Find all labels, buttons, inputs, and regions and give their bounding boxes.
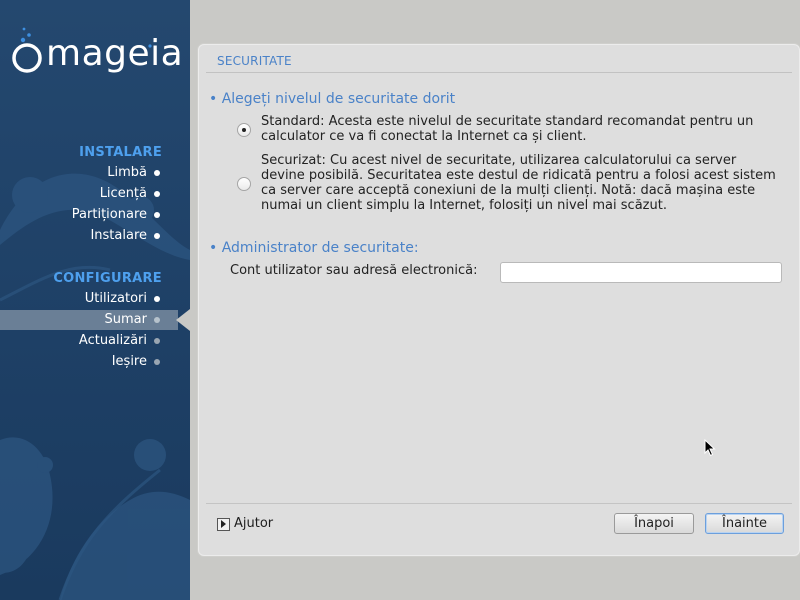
step-label: Utilizatori [84, 291, 147, 306]
security-level-heading: • Alegeți nivelul de securitate dorit [209, 91, 456, 107]
back-button[interactable]: Înapoi [614, 513, 694, 534]
step-current-dot-icon [154, 317, 160, 323]
security-admin-label: Cont utilizator sau adresă electronică: [230, 263, 478, 278]
page-title: SECURITATE [217, 54, 292, 68]
security-option-standard-text: Standard: Acesta este nivelul de securit… [261, 114, 754, 144]
step-label: Sumar [104, 312, 147, 327]
step-done-dot-icon [154, 191, 160, 197]
active-step-pointer-icon [176, 309, 190, 331]
step-label: Actualizări [78, 333, 147, 348]
header-divider [206, 72, 792, 73]
step-label: Partiționare [71, 207, 147, 222]
step-label: Licență [99, 186, 147, 201]
radio-button-secure[interactable] [237, 177, 251, 191]
step-label: Instalare [90, 228, 147, 243]
mageia-wordmark: mageia [46, 33, 184, 74]
security-option-secure-text: Securizat: Cu acest nivel de securitate,… [261, 153, 776, 213]
sidebar-step-license: Licență [0, 184, 190, 204]
security-admin-heading: • Administrator de securitate: [209, 240, 419, 256]
security-option-standard[interactable]: Standard: Acesta este nivelul de securit… [237, 114, 782, 146]
mouse-pointer-icon [704, 439, 716, 457]
security-admin-input[interactable] [500, 262, 782, 283]
security-option-secure[interactable]: Securizat: Cu acest nivel de securitate,… [237, 153, 782, 215]
next-button[interactable]: Înainte [705, 513, 784, 534]
step-done-dot-icon [154, 296, 160, 302]
radio-button-standard[interactable] [237, 123, 251, 137]
section-title-configure: CONFIGURARE [53, 271, 162, 286]
sidebar-step-users: Utilizatori [0, 289, 190, 309]
sidebar-step-updates: Actualizări [0, 331, 190, 351]
sidebar-step-summary: Sumar [0, 310, 178, 330]
step-label: Limbă [107, 165, 147, 180]
sidebar-step-partitioning: Partiționare [0, 205, 190, 225]
expand-arrow-icon [217, 517, 230, 531]
sidebar: mageia INSTALARE Limbă Licență Partițion… [0, 0, 190, 600]
step-done-dot-icon [154, 212, 160, 218]
step-done-dot-icon [154, 233, 160, 239]
sidebar-step-exit: Ieșire [0, 352, 190, 372]
main-panel: SECURITATE • Alegeți nivelul de securita… [198, 44, 800, 556]
step-pending-dot-icon [154, 338, 160, 344]
help-button[interactable]: Ajutor [217, 516, 273, 532]
sidebar-step-language: Limbă [0, 163, 190, 183]
section-title-install: INSTALARE [79, 145, 162, 160]
help-label: Ajutor [234, 516, 274, 531]
sidebar-step-installation: Instalare [0, 226, 190, 246]
step-label: Ieșire [111, 354, 147, 369]
step-done-dot-icon [154, 170, 160, 176]
step-pending-dot-icon [154, 359, 160, 365]
footer-divider [206, 503, 792, 504]
